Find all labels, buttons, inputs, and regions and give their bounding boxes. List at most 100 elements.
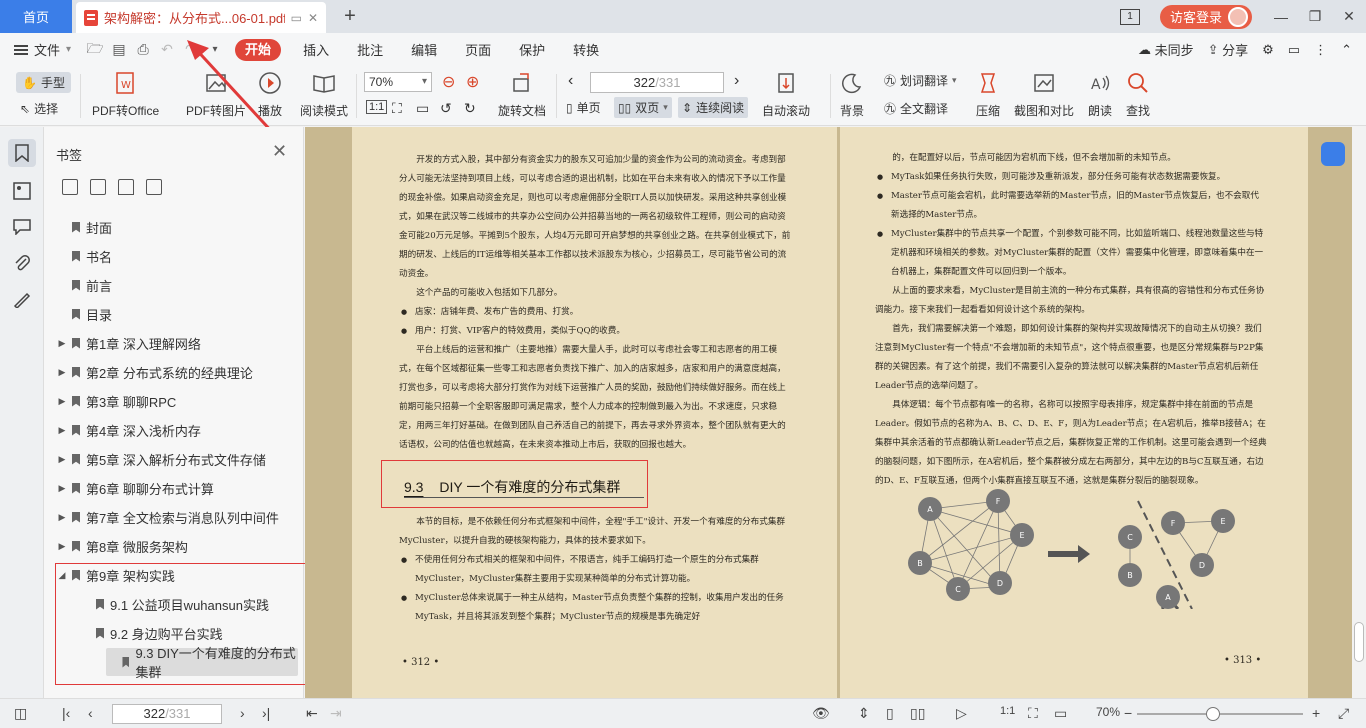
- page-count-icon[interactable]: 1: [1119, 8, 1140, 25]
- expand-arrow-icon[interactable]: ▶: [56, 367, 68, 378]
- background-button[interactable]: 背景: [840, 70, 864, 119]
- minimize-icon[interactable]: —: [1264, 9, 1298, 25]
- bookmark-item[interactable]: ▶ 第8章 微服务架构: [44, 532, 304, 560]
- unsynced-button[interactable]: ☁ 未同步: [1138, 40, 1194, 59]
- zoom-slider-knob[interactable]: [1206, 707, 1220, 721]
- fit-page-icon[interactable]: ⛶: [1028, 705, 1038, 722]
- zoom-out-icon[interactable]: −: [1124, 705, 1132, 721]
- read-aloud-button[interactable]: A 朗读: [1088, 70, 1112, 119]
- add-bookmark-icon[interactable]: [118, 179, 134, 195]
- bookmark-item[interactable]: 封面: [44, 213, 304, 241]
- continuous-view-icon[interactable]: ⇕: [858, 705, 870, 722]
- save-icon[interactable]: ▤: [107, 41, 131, 58]
- play-icon[interactable]: ▷: [956, 705, 967, 722]
- prev-page-icon[interactable]: ‹: [88, 705, 93, 721]
- signature-icon[interactable]: [8, 285, 36, 313]
- collapse-ribbon-icon[interactable]: ⌃: [1341, 42, 1352, 58]
- status-page-input[interactable]: 322/331: [112, 704, 222, 724]
- word-translate-button[interactable]: ㊈ 划词翻译 ▾: [884, 72, 957, 89]
- rotate-document-button[interactable]: 旋转文档: [498, 70, 546, 119]
- menu-annotate[interactable]: 批注: [343, 40, 397, 59]
- expand-arrow-icon[interactable]: ▶: [56, 396, 68, 407]
- restore-icon[interactable]: ❐: [1298, 8, 1332, 25]
- double-view-icon[interactable]: ▯▯: [910, 705, 925, 722]
- next-page-icon[interactable]: ›: [734, 72, 739, 90]
- bookmark-item[interactable]: ▶ 第2章 分布式系统的经典理论: [44, 358, 304, 386]
- rotate-right-icon[interactable]: ↻: [464, 100, 476, 117]
- back-icon[interactable]: ⇤: [306, 705, 318, 722]
- auto-scroll-button[interactable]: 自动滚动: [762, 70, 810, 119]
- expand-arrow-icon[interactable]: ▶: [56, 483, 68, 494]
- zoom-level[interactable]: 70%: [1096, 705, 1120, 719]
- expand-arrow-icon[interactable]: ▶: [56, 541, 68, 552]
- expand-arrow-icon[interactable]: ▶: [56, 454, 68, 465]
- next-page-icon[interactable]: ›: [240, 705, 245, 721]
- bookmark-item[interactable]: ▶ 第3章 聊聊RPC: [44, 387, 304, 415]
- full-translate-button[interactable]: ㊈ 全文翻译: [884, 100, 948, 117]
- file-menu[interactable]: 文件 ▾: [14, 40, 71, 59]
- fullscreen-icon[interactable]: ⤢: [1338, 705, 1349, 722]
- menu-insert[interactable]: 插入: [289, 40, 343, 59]
- single-view-icon[interactable]: ▯: [886, 705, 894, 722]
- expand-arrow-icon[interactable]: ▶: [56, 512, 68, 523]
- guest-login-button[interactable]: 访客登录: [1159, 4, 1252, 29]
- zoom-in-icon[interactable]: ⊕: [466, 72, 479, 92]
- compress-button[interactable]: 压缩: [976, 70, 1000, 119]
- print-icon[interactable]: ⎙: [131, 41, 155, 58]
- close-icon[interactable]: ✕: [272, 141, 287, 162]
- toggle-sidebar-icon[interactable]: ◫: [14, 705, 27, 722]
- bookmark-item[interactable]: ▶ 第7章 全文检索与消息队列中间件: [44, 503, 304, 531]
- menu-edit[interactable]: 编辑: [397, 40, 451, 59]
- comment-icon[interactable]: ▭: [1288, 42, 1300, 58]
- actual-size-icon[interactable]: 1:1: [366, 100, 388, 114]
- page-number-input[interactable]: 322/331: [590, 72, 724, 93]
- settings-icon[interactable]: ⚙: [1262, 42, 1274, 58]
- zoom-slider[interactable]: [1137, 713, 1303, 715]
- undo-icon[interactable]: ↶: [155, 41, 179, 58]
- new-tab-button[interactable]: +: [340, 5, 360, 27]
- expand-all-icon[interactable]: [62, 179, 78, 195]
- hand-tool-button[interactable]: ✋ 手型: [16, 72, 71, 93]
- select-tool-button[interactable]: ⇖ 选择: [20, 100, 58, 117]
- fit-width-icon[interactable]: ▭: [1054, 705, 1067, 722]
- bookmark-panel-icon[interactable]: [8, 139, 36, 167]
- attachment-icon[interactable]: [8, 249, 36, 277]
- home-tab[interactable]: 首页: [0, 0, 72, 33]
- zoom-in-icon[interactable]: +: [1312, 705, 1320, 721]
- pdf-to-office-button[interactable]: W PDF转Office: [92, 70, 159, 119]
- expand-arrow-icon[interactable]: ▶: [56, 425, 68, 436]
- bookmark-item[interactable]: 目录: [44, 300, 304, 328]
- floating-tool-button[interactable]: [1321, 142, 1345, 166]
- menu-convert[interactable]: 转换: [559, 40, 613, 59]
- expand-arrow-icon[interactable]: ▶: [56, 338, 68, 349]
- tab-close-icon[interactable]: ✕: [308, 11, 318, 25]
- scrollbar-thumb[interactable]: [1354, 622, 1364, 662]
- menu-protect[interactable]: 保护: [505, 40, 559, 59]
- actual-size-icon[interactable]: 1:1: [1000, 705, 1015, 717]
- tab-window-icon[interactable]: ▭: [291, 11, 302, 25]
- menu-page[interactable]: 页面: [451, 40, 505, 59]
- bookmark-item[interactable]: ▶ 第4章 深入浅析内存: [44, 416, 304, 444]
- open-folder-icon[interactable]: 🗁: [83, 38, 107, 62]
- fit-width-icon[interactable]: ▭: [416, 100, 429, 117]
- vertical-scrollbar[interactable]: [1352, 127, 1366, 698]
- bookmark-item[interactable]: ▶ 第6章 聊聊分布式计算: [44, 474, 304, 502]
- read-mode-button[interactable]: 阅读模式: [300, 70, 348, 119]
- more-icon[interactable]: ⋮: [1314, 42, 1327, 58]
- bookmark-item[interactable]: 书名: [44, 242, 304, 270]
- bookmark-item[interactable]: ▶ 第1章 深入理解网络: [44, 329, 304, 357]
- continuous-read-button[interactable]: ⇕ 连续阅读: [678, 97, 749, 118]
- collapse-all-icon[interactable]: [90, 179, 106, 195]
- rotate-left-icon[interactable]: ↺: [440, 100, 452, 117]
- bookmark-item[interactable]: ▶ 第5章 深入解析分布式文件存储: [44, 445, 304, 473]
- bookmark-item[interactable]: 前言: [44, 271, 304, 299]
- zoom-select[interactable]: 70%: [364, 72, 432, 92]
- eye-protect-icon[interactable]: 👁: [812, 705, 830, 722]
- double-page-button[interactable]: ▯▯ 双页 ▾: [614, 97, 672, 118]
- find-button[interactable]: 查找: [1126, 70, 1150, 119]
- share-button[interactable]: ⇪ 分享: [1208, 40, 1249, 59]
- single-page-button[interactable]: ▯ 单页: [566, 99, 601, 116]
- prev-page-icon[interactable]: ‹: [568, 72, 573, 90]
- fit-page-icon[interactable]: ⛶: [392, 100, 402, 117]
- first-page-icon[interactable]: |‹: [62, 705, 70, 721]
